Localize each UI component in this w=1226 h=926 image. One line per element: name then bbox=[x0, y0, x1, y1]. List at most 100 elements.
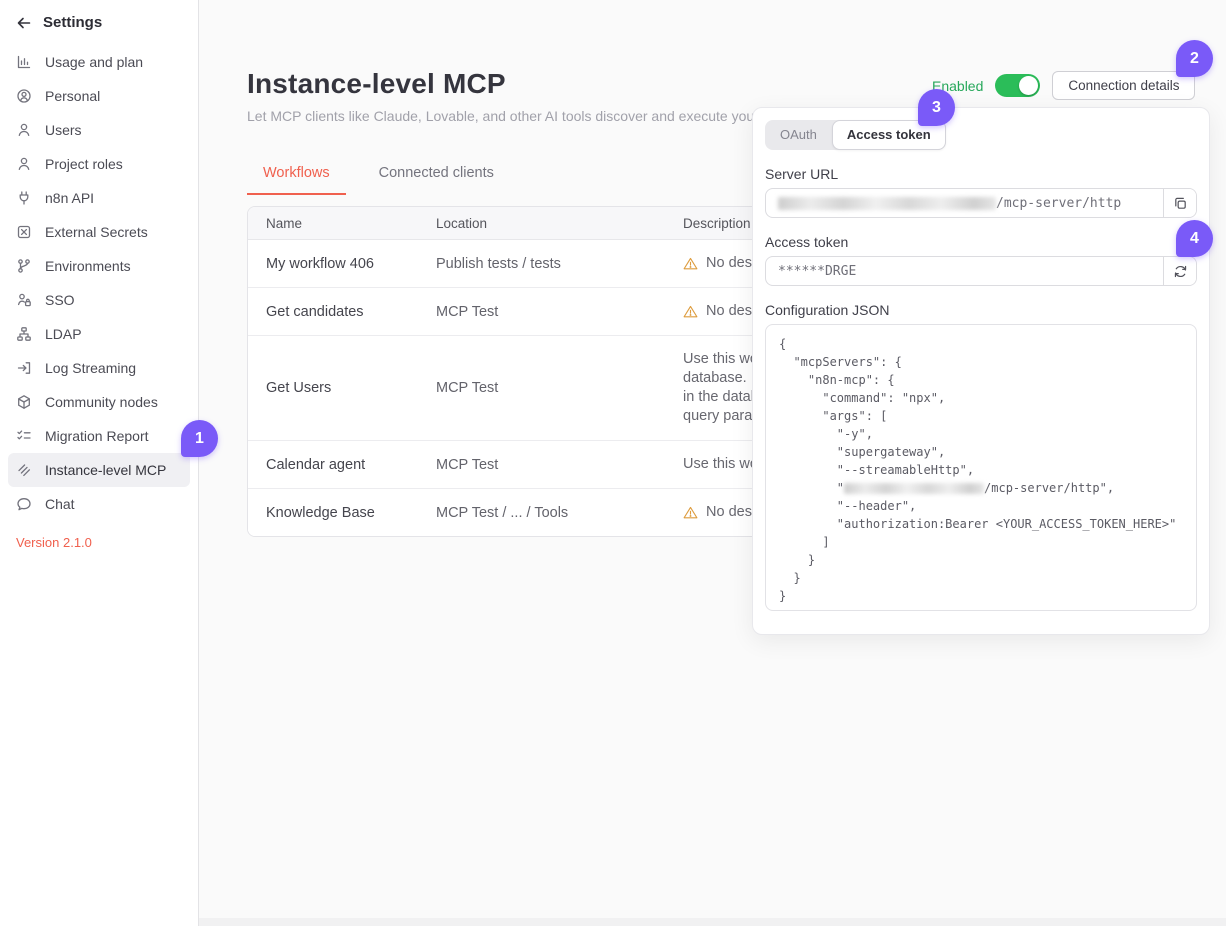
hierarchy-icon bbox=[16, 326, 32, 342]
vault-icon bbox=[16, 224, 32, 240]
warning-icon bbox=[683, 256, 698, 271]
sidebar-item-chat[interactable]: Chat bbox=[8, 487, 190, 521]
access-token-input[interactable]: ******DRGE bbox=[766, 257, 1163, 285]
sidebar-item-environments[interactable]: Environments bbox=[8, 249, 190, 283]
workflow-name: My workflow 406 bbox=[248, 242, 418, 286]
toggle-knob bbox=[1019, 76, 1038, 95]
workflow-name: Calendar agent bbox=[248, 443, 418, 487]
git-branch-icon bbox=[16, 258, 32, 274]
user-icon bbox=[16, 122, 32, 138]
access-token-field: ******DRGE bbox=[765, 256, 1197, 286]
config-json-line: "-y", bbox=[779, 425, 1183, 443]
sidebar-item-community-nodes[interactable]: Community nodes bbox=[8, 385, 190, 419]
segment-oauth[interactable]: OAuth bbox=[765, 120, 832, 150]
sidebar-item-n8n-api[interactable]: n8n API bbox=[8, 181, 190, 215]
annotation-badge-2: 2 bbox=[1176, 40, 1213, 77]
config-json-line: "n8n-mcp": { bbox=[779, 371, 1183, 389]
mcp-enabled-toggle[interactable] bbox=[995, 74, 1040, 97]
workflow-name: Get Users bbox=[248, 366, 418, 410]
tab-connected-clients[interactable]: Connected clients bbox=[363, 156, 510, 195]
sidebar-nav: Usage and plan Personal Users Project roles… bbox=[0, 37, 198, 521]
sidebar-item-ldap[interactable]: LDAP bbox=[8, 317, 190, 351]
workflow-name: Knowledge Base bbox=[248, 491, 418, 535]
access-token-label: Access token bbox=[765, 234, 1197, 250]
sidebar-item-project-roles[interactable]: Project roles bbox=[8, 147, 190, 181]
sidebar-item-label: Chat bbox=[45, 496, 75, 512]
user-icon bbox=[16, 156, 32, 172]
version-label: Version 2.1.0 bbox=[0, 521, 198, 564]
workflow-name: Get candidates bbox=[248, 290, 418, 334]
workflow-location: Publish tests / tests bbox=[418, 242, 665, 286]
config-json-line: { bbox=[779, 335, 1183, 353]
app-window: Settings Usage and plan Personal Users Proj… bbox=[0, 0, 1226, 926]
plug-icon bbox=[16, 190, 32, 206]
sidebar-item-label: Instance-level MCP bbox=[45, 462, 166, 478]
sidebar-item-instance-level-mcp[interactable]: Instance-level MCP bbox=[8, 453, 190, 487]
sidebar-item-migration-report[interactable]: Migration Report bbox=[8, 419, 190, 453]
main-tabs: Workflows Connected clients bbox=[247, 156, 510, 195]
config-json-line: ] bbox=[779, 533, 1183, 551]
sidebar-item-label: n8n API bbox=[45, 190, 94, 206]
checklist-icon bbox=[16, 428, 32, 444]
warning-icon bbox=[683, 304, 698, 319]
config-json-line: "args": [ bbox=[779, 407, 1183, 425]
sidebar-item-log-streaming[interactable]: Log Streaming bbox=[8, 351, 190, 385]
package-icon bbox=[16, 394, 32, 410]
sidebar-title: Settings bbox=[43, 14, 102, 31]
config-json-line: "mcpServers": { bbox=[779, 353, 1183, 371]
page-subtitle: Let MCP clients like Claude, Lovable, an… bbox=[247, 108, 800, 124]
chat-bubble-icon bbox=[16, 496, 32, 512]
copy-server-url-button[interactable] bbox=[1163, 189, 1196, 217]
workflow-location: MCP Test bbox=[418, 290, 665, 334]
config-json-line: } bbox=[779, 569, 1183, 587]
sidebar-item-label: Project roles bbox=[45, 156, 123, 172]
sidebar-item-sso[interactable]: SSO bbox=[8, 283, 190, 317]
user-circle-icon bbox=[16, 88, 32, 104]
annotation-badge-4: 4 bbox=[1176, 220, 1213, 257]
server-url-suffix: /mcp-server/http bbox=[996, 196, 1121, 211]
config-json-code[interactable]: { "mcpServers": { "n8n-mcp": { "command"… bbox=[765, 324, 1197, 611]
sidebar-item-label: SSO bbox=[45, 292, 75, 308]
workflow-location: MCP Test bbox=[418, 443, 665, 487]
settings-sidebar: Settings Usage and plan Personal Users Proj… bbox=[0, 0, 199, 926]
config-json-line: } bbox=[779, 551, 1183, 569]
annotation-badge-3: 3 bbox=[918, 89, 955, 126]
sidebar-item-users[interactable]: Users bbox=[8, 113, 190, 147]
connection-details-button[interactable]: Connection details bbox=[1052, 71, 1195, 100]
sidebar-item-label: Personal bbox=[45, 88, 100, 104]
workflow-location: MCP Test bbox=[418, 366, 665, 410]
rotate-token-button[interactable] bbox=[1163, 257, 1196, 285]
sidebar-item-label: Migration Report bbox=[45, 428, 149, 444]
tab-workflows[interactable]: Workflows bbox=[247, 156, 346, 195]
header-actions: Enabled Connection details bbox=[932, 71, 1195, 100]
sidebar-item-external-secrets[interactable]: External Secrets bbox=[8, 215, 190, 249]
sidebar-item-label: Community nodes bbox=[45, 394, 158, 410]
sidebar-item-personal[interactable]: Personal bbox=[8, 79, 190, 113]
log-in-icon bbox=[16, 360, 32, 376]
column-header-name: Name bbox=[248, 207, 418, 239]
redacted-server-host bbox=[778, 197, 996, 210]
sidebar-item-label: Users bbox=[45, 122, 82, 138]
sidebar-item-usage-and-plan[interactable]: Usage and plan bbox=[8, 45, 190, 79]
sidebar-item-label: Log Streaming bbox=[45, 360, 136, 376]
sidebar-item-label: Environments bbox=[45, 258, 131, 274]
mcp-icon bbox=[16, 462, 32, 478]
column-header-location: Location bbox=[418, 207, 665, 239]
config-json-line: } bbox=[779, 587, 1183, 605]
sidebar-back[interactable]: Settings bbox=[0, 0, 198, 37]
server-url-label: Server URL bbox=[765, 166, 1197, 182]
refresh-icon bbox=[1173, 264, 1188, 279]
annotation-badge-1: 1 bbox=[181, 420, 218, 457]
warning-icon bbox=[683, 505, 698, 520]
server-url-input[interactable]: /mcp-server/http bbox=[766, 189, 1163, 217]
config-json-line: "command": "npx", bbox=[779, 389, 1183, 407]
server-url-field: /mcp-server/http bbox=[765, 188, 1197, 218]
config-json-line: "--header", bbox=[779, 497, 1183, 515]
config-json-label: Configuration JSON bbox=[765, 302, 1197, 318]
connection-details-popover: OAuth Access token Server URL /mcp-serve… bbox=[752, 107, 1210, 635]
user-lock-icon bbox=[16, 292, 32, 308]
copy-icon bbox=[1173, 196, 1188, 211]
config-json-line: "authorization:Bearer <YOUR_ACCESS_TOKEN… bbox=[779, 515, 1183, 533]
redacted-server-host bbox=[844, 483, 984, 494]
config-json-line: "supergateway", bbox=[779, 443, 1183, 461]
